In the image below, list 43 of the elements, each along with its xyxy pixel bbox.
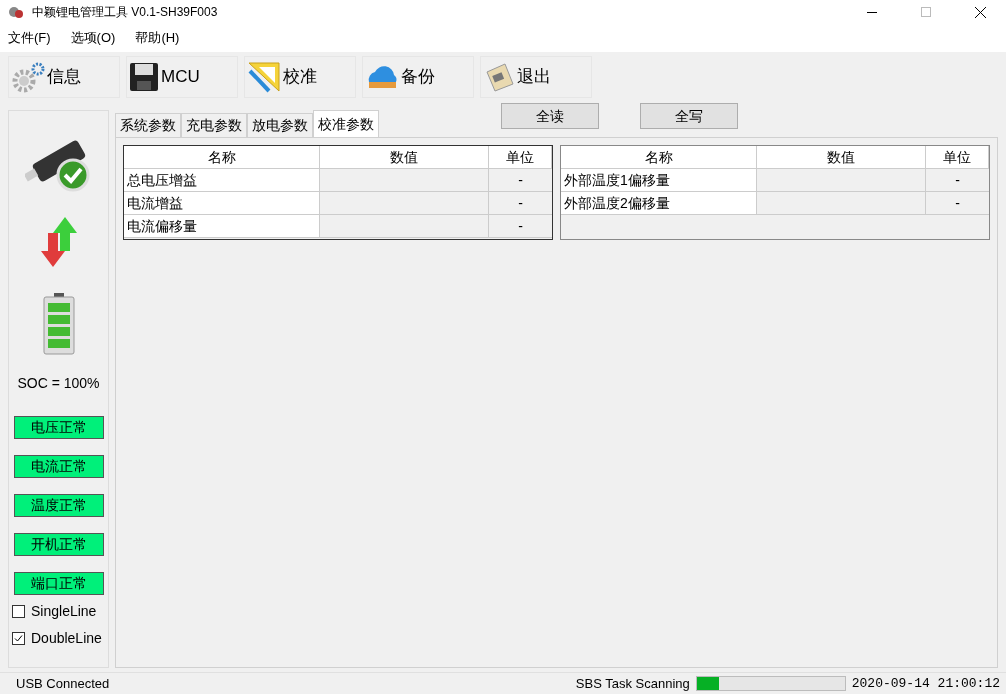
status-indicator: 温度正常 (13, 494, 104, 517)
table-cell: - (926, 169, 989, 192)
tab[interactable]: 充电参数 (181, 113, 247, 137)
table-cell: 外部温度2偏移量 (561, 192, 757, 215)
status-time: 2020-09-14 21:00:12 (851, 674, 1000, 693)
status-indicator: 开机正常 (13, 533, 104, 556)
action-button[interactable]: 全写 (640, 103, 738, 129)
checkbox[interactable] (12, 632, 25, 645)
menu-item[interactable]: 帮助(H) (135, 28, 180, 48)
gear-icon (11, 61, 45, 93)
status-text: USB Connected (16, 674, 110, 693)
status-indicator: 电流正常 (13, 455, 104, 478)
up-down-arrows-icon (40, 217, 77, 267)
window-title: 中颖锂电管理工具 V0.1-SH39F003 (32, 4, 218, 21)
menu-item[interactable]: 选项(O) (70, 28, 116, 48)
action-button[interactable]: 全读 (501, 103, 599, 129)
tab[interactable]: 系统参数 (115, 113, 181, 137)
close-icon[interactable] (975, 6, 986, 18)
checkbox-option[interactable]: DoubleLine (12, 628, 102, 649)
tab[interactable]: 校准参数 (313, 110, 379, 137)
status-text: SBS Task Scanning (575, 674, 690, 693)
checkbox[interactable] (12, 605, 25, 618)
toolbar-button[interactable]: 退出 (480, 56, 592, 98)
table-cell: - (926, 192, 989, 215)
toolbar-button[interactable]: 备份 (362, 56, 474, 98)
checkbox-option[interactable]: SingleLine (12, 601, 102, 622)
menu-item[interactable]: 文件(F) (8, 28, 51, 48)
check-icon (14, 634, 23, 643)
app-icon (8, 5, 24, 19)
tab[interactable]: 放电参数 (247, 113, 313, 137)
ruler-icon (247, 61, 281, 93)
soc-label: SOC = 100% (17, 374, 100, 393)
status-indicator: 端口正常 (13, 572, 104, 595)
table-cell: - (489, 192, 552, 215)
toolbar-button[interactable]: 信息 (8, 56, 120, 98)
minimize-icon[interactable] (867, 11, 877, 13)
status-indicator: 电压正常 (13, 416, 104, 439)
battery-icon (42, 293, 75, 355)
table-cell: - (489, 169, 552, 192)
toolbar-button[interactable]: MCU (126, 56, 238, 98)
table-cell: - (489, 215, 552, 238)
table-cell: 电流偏移量 (124, 215, 320, 238)
toolbar-button[interactable]: 校准 (244, 56, 356, 98)
